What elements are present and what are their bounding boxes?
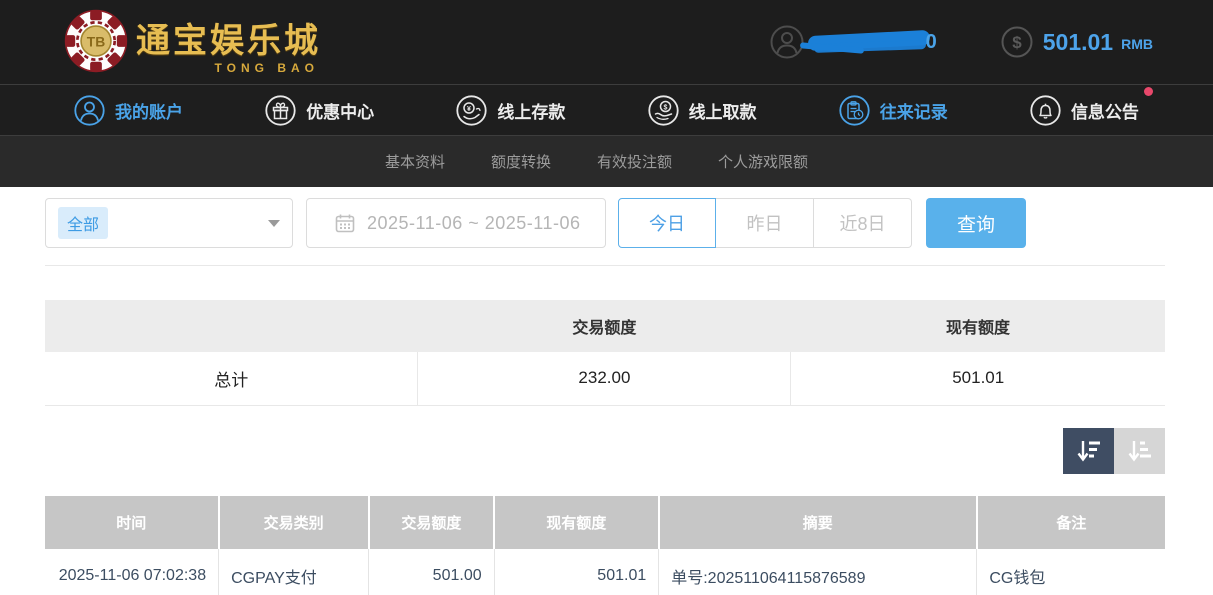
- nav-label: 往来记录: [880, 98, 948, 123]
- balance[interactable]: $ 501.01 RMB: [1001, 26, 1153, 58]
- record-time: 2025-11-06 07:02:38: [45, 549, 219, 595]
- user-account[interactable]: 0: [770, 25, 937, 59]
- nav-label: 线上存款: [497, 98, 565, 123]
- records-header-transaction-amount: 交易额度: [369, 496, 494, 549]
- record-type: CGPAY支付: [219, 549, 369, 595]
- range-yesterday-button[interactable]: 昨日: [716, 198, 814, 248]
- gift-icon: [265, 95, 296, 126]
- query-button[interactable]: 查询: [926, 198, 1026, 248]
- records-header-row: 时间 交易类别 交易额度 现有额度 摘要 备注: [45, 496, 1165, 549]
- filter-divider: [45, 265, 1165, 266]
- summary-total-current-balance: 501.01: [791, 352, 1165, 405]
- svg-text:¥: ¥: [467, 106, 471, 113]
- main-nav: 我的账户 优惠中心 ¥ 线上存款 $ 线上取款: [0, 84, 1213, 135]
- main-content: 全部 2025-11-06 ~ 2025-11-06 今日 昨日 近8日 查询: [0, 198, 1213, 595]
- records-header-type: 交易类别: [219, 496, 369, 549]
- username-redaction-scribble: [808, 26, 936, 58]
- logo-subtitle: TONG BAO: [215, 61, 319, 75]
- nav-label: 线上取款: [689, 98, 757, 123]
- range-today-button[interactable]: 今日: [618, 198, 716, 248]
- record-current-balance: 501.01: [494, 549, 659, 595]
- logo-title: 通宝娱乐城: [136, 21, 321, 61]
- subnav-item-basic-info[interactable]: 基本资料: [385, 151, 445, 172]
- range-last8days-button[interactable]: 近8日: [814, 198, 912, 248]
- nav-label: 优惠中心: [306, 98, 374, 123]
- logo-chip-text: TB: [87, 33, 105, 49]
- sort-descending-icon: [1075, 437, 1103, 465]
- subnav-item-credit-transfer[interactable]: 额度转换: [491, 151, 551, 172]
- table-row: 2025-11-06 07:02:38 CGPAY支付 501.00 501.0…: [45, 549, 1165, 595]
- records-table: 时间 交易类别 交易额度 现有额度 摘要 备注 2025-11-06 07:02…: [45, 496, 1165, 595]
- summary-table: 交易额度 现有额度 总计 232.00 501.01: [45, 300, 1165, 406]
- record-summary: 单号:202511064115876589: [659, 549, 977, 595]
- filter-row: 全部 2025-11-06 ~ 2025-11-06 今日 昨日 近8日 查询: [45, 198, 1165, 248]
- summary-header-row: 交易额度 现有额度: [45, 300, 1165, 352]
- summary-total-transaction-amount: 232.00: [418, 352, 791, 405]
- records-header-time: 时间: [45, 496, 219, 549]
- record-remark: CG钱包: [977, 549, 1165, 595]
- nav-item-announcements[interactable]: 信息公告: [1030, 95, 1139, 126]
- user-icon: [770, 25, 804, 59]
- notification-dot: [1144, 87, 1153, 96]
- subnav-item-game-limits[interactable]: 个人游戏限额: [718, 151, 808, 172]
- calendar-icon: [335, 213, 355, 233]
- summary-header-current-balance: 现有额度: [791, 300, 1165, 352]
- transaction-type-select[interactable]: 全部: [45, 198, 293, 248]
- summary-header-transaction-amount: 交易额度: [418, 300, 791, 352]
- summary-total-row: 总计 232.00 501.01: [45, 352, 1165, 405]
- summary-header-empty: [45, 300, 418, 352]
- sort-descending-button[interactable]: [1063, 428, 1114, 474]
- quick-range-segmented: 今日 昨日 近8日: [618, 198, 912, 248]
- records-header-remark: 备注: [977, 496, 1165, 549]
- selected-type-tag: 全部: [58, 207, 108, 239]
- site-logo[interactable]: TB 通宝娱乐城 TONG BAO: [64, 9, 321, 73]
- nav-item-my-account[interactable]: 我的账户: [74, 95, 183, 126]
- nav-item-online-withdrawal[interactable]: $ 线上取款: [648, 95, 757, 126]
- sort-ascending-icon: [1126, 437, 1154, 465]
- logo-text: 通宝娱乐城 TONG BAO: [136, 21, 321, 61]
- top-header: TB 通宝娱乐城 TONG BAO 0 $ 501.01 RMB: [0, 0, 1213, 84]
- username-visible-suffix: 0: [926, 31, 937, 54]
- sort-ascending-button[interactable]: [1114, 428, 1165, 474]
- record-transaction-amount: 501.00: [369, 549, 494, 595]
- user-icon: [74, 95, 105, 126]
- subnav-item-valid-bets[interactable]: 有效投注额: [597, 151, 672, 172]
- date-range-input[interactable]: 2025-11-06 ~ 2025-11-06: [306, 198, 606, 248]
- nav-item-online-deposit[interactable]: ¥ 线上存款: [456, 95, 565, 126]
- nav-label: 信息公告: [1071, 98, 1139, 123]
- svg-text:$: $: [663, 104, 667, 111]
- poker-chip-logo-icon: TB: [64, 9, 128, 73]
- chevron-down-icon: [268, 220, 280, 227]
- bell-icon: [1030, 95, 1061, 126]
- summary-total-label: 总计: [45, 352, 418, 405]
- date-range-value: 2025-11-06 ~ 2025-11-06: [367, 213, 581, 234]
- records-clipboard-icon: [839, 95, 870, 126]
- records-header-current-balance: 现有额度: [494, 496, 659, 549]
- deposit-hand-icon: ¥: [456, 95, 487, 126]
- balance-amount: 501.01: [1043, 29, 1113, 56]
- withdraw-hand-icon: $: [648, 95, 679, 126]
- records-header-summary: 摘要: [659, 496, 977, 549]
- nav-label: 我的账户: [115, 98, 183, 123]
- nav-item-promotions[interactable]: 优惠中心: [265, 95, 374, 126]
- sort-controls: [45, 428, 1165, 474]
- topbar-right: 0 $ 501.01 RMB: [770, 0, 1153, 84]
- nav-item-transaction-records[interactable]: 往来记录: [839, 95, 948, 126]
- sub-nav: 基本资料 额度转换 有效投注额 个人游戏限额: [0, 135, 1213, 187]
- balance-currency: RMB: [1121, 32, 1153, 52]
- dollar-coin-icon: $: [1001, 26, 1033, 58]
- svg-text:$: $: [1012, 33, 1022, 52]
